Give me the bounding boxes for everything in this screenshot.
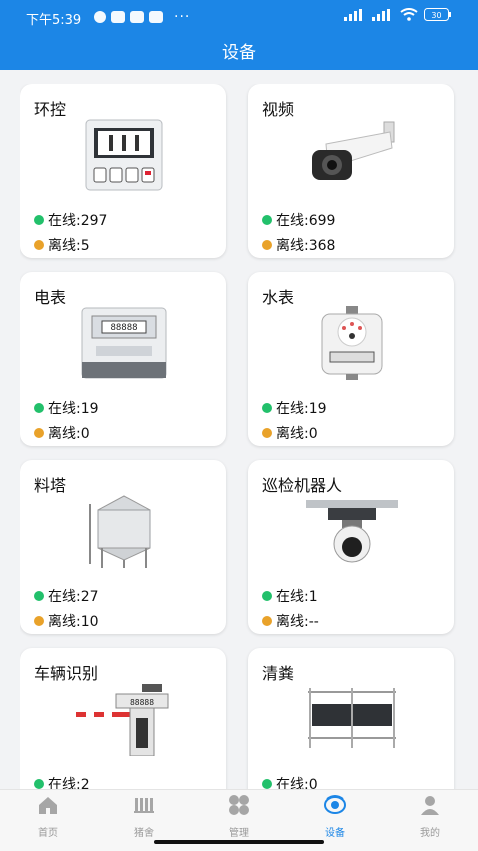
manure-scraper-icon (308, 688, 396, 748)
grid-icon (229, 795, 249, 815)
online-count: 在线:0 (262, 774, 318, 789)
device-name: 环控 (34, 100, 67, 119)
device-card-env-control[interactable]: 环控 在线:297 离线:5 (20, 84, 226, 258)
online-dot-icon (34, 591, 44, 601)
wechat-icon (111, 11, 125, 23)
offline-count: 离线:10 (34, 611, 99, 631)
tab-device[interactable]: 设备 (287, 794, 383, 839)
online-dot-icon (262, 215, 272, 225)
device-name: 视频 (262, 100, 295, 119)
online-count: 在线:19 (34, 398, 99, 418)
device-card-water-meter[interactable]: 水表 在线:19 离线:0 (248, 272, 454, 446)
tab-profile[interactable]: 我的 (382, 794, 478, 839)
tab-label: 猪舍 (134, 828, 154, 839)
tab-label: 我的 (420, 828, 440, 839)
online-dot-icon (34, 215, 44, 225)
home-icon (39, 797, 57, 814)
device-card-vehicle-recognition[interactable]: 车辆识别 88888 在线:2 (20, 648, 226, 789)
offline-dot-icon (262, 616, 272, 626)
env-controller-icon (85, 119, 163, 191)
offline-dot-icon (262, 428, 272, 438)
notification-icons: ··· (94, 9, 190, 25)
tab-home[interactable]: 首页 (0, 794, 96, 839)
device-name: 车辆识别 (34, 664, 99, 683)
device-card-video[interactable]: 视频 在线:699 离线:368 (248, 84, 454, 258)
system-icons: 30 (344, 8, 452, 21)
status-time: 下午5:39 (26, 13, 82, 28)
device-name: 清粪 (262, 664, 295, 683)
online-count: 在线:1 (262, 586, 318, 606)
online-dot-icon (262, 403, 272, 413)
online-count: 在线:19 (262, 398, 327, 418)
online-count: 在线:2 (34, 774, 90, 789)
tab-manage[interactable]: 管理 (191, 794, 287, 839)
status-bar: 下午5:39 ··· 30 (0, 0, 478, 34)
online-dot-icon (262, 591, 272, 601)
offline-dot-icon (262, 240, 272, 250)
offline-count: 离线:368 (262, 235, 335, 255)
offline-dot-icon (34, 240, 44, 250)
online-dot-icon (34, 779, 44, 789)
barn-icon (134, 798, 154, 813)
tab-label: 设备 (325, 828, 345, 839)
page-title: 设备 (222, 43, 256, 63)
svg-text:30: 30 (431, 11, 441, 20)
online-dot-icon (34, 403, 44, 413)
online-count: 在线:699 (262, 210, 335, 230)
offline-dot-icon (34, 616, 44, 626)
app-header: 下午5:39 ··· 30 设备 (0, 0, 478, 70)
offline-count: 离线:-- (262, 611, 319, 631)
device-card-electric-meter[interactable]: 电表 88888 在线:19 离线:0 (20, 272, 226, 446)
signal-2-icon (372, 8, 390, 21)
profile-icon (421, 796, 439, 815)
alarm-icon (94, 11, 106, 23)
home-indicator[interactable] (154, 840, 324, 844)
tab-label: 首页 (38, 828, 58, 839)
message-icon (130, 11, 144, 23)
device-name: 巡检机器人 (262, 476, 343, 495)
svg-text:88888: 88888 (110, 323, 137, 333)
inspection-robot-icon (306, 500, 398, 563)
offline-count: 离线:5 (34, 235, 90, 255)
tiktok-icon (149, 11, 163, 23)
device-name: 电表 (34, 288, 67, 307)
tab-label: 管理 (229, 828, 249, 839)
electric-meter-icon: 88888 (81, 307, 167, 379)
camera-icon (312, 121, 395, 180)
tab-barn[interactable]: 猪舍 (96, 794, 192, 839)
device-card-feed-tower[interactable]: 料塔 在线:27 离线:10 (20, 460, 226, 634)
more-notifications-icon: ··· (174, 9, 191, 25)
offline-count: 离线:0 (34, 423, 90, 443)
signal-icon (344, 8, 362, 21)
vehicle-gate-icon: 88888 (76, 684, 169, 756)
device-card-inspection-robot[interactable]: 巡检机器人 在线:1 离线:-- (248, 460, 454, 634)
device-name: 料塔 (34, 476, 67, 495)
offline-dot-icon (34, 428, 44, 438)
offline-count: 离线:0 (262, 423, 318, 443)
online-count: 在线:297 (34, 210, 107, 230)
battery-icon: 30 (424, 8, 451, 21)
wifi-icon (400, 8, 418, 21)
device-icon (324, 795, 346, 814)
svg-text:88888: 88888 (130, 698, 154, 707)
online-count: 在线:27 (34, 586, 99, 606)
device-name: 水表 (262, 288, 295, 307)
water-meter-icon (321, 306, 383, 380)
feed-tower-icon (89, 495, 151, 568)
device-grid: 环控 在线:297 离线:5 视频 在线:699 离线:368 电表 88888… (20, 84, 458, 789)
device-card-manure-cleaning[interactable]: 清粪 在线:0 (248, 648, 454, 789)
online-dot-icon (262, 779, 272, 789)
